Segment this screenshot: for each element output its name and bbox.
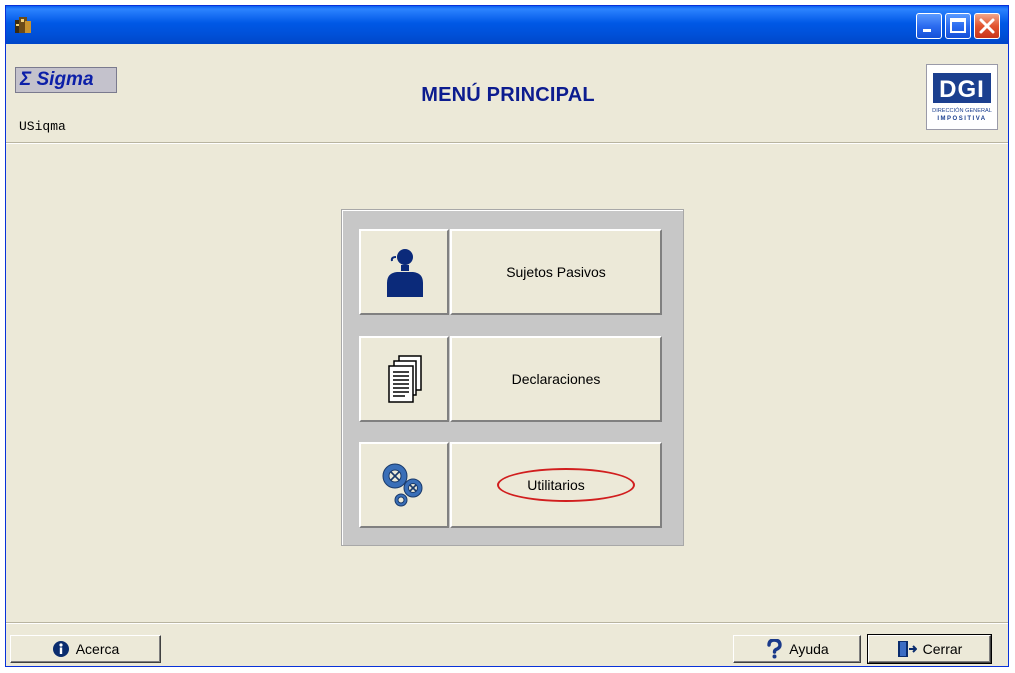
menu-item-declaraciones[interactable]: Declaraciones	[359, 336, 662, 422]
documents-icon	[388, 355, 422, 403]
maximize-icon	[950, 18, 966, 33]
help-button[interactable]: Ayuda	[733, 635, 861, 663]
close-window-button[interactable]	[974, 13, 1000, 39]
info-icon	[52, 640, 70, 658]
title-bar[interactable]	[6, 6, 1008, 44]
menu-panel: Sujetos Pasivos Declaraciones Utilitario…	[341, 209, 684, 546]
menu-item-label[interactable]: Sujetos Pasivos	[450, 229, 662, 315]
app-icon[interactable]	[13, 15, 33, 35]
footer-divider	[6, 622, 1008, 623]
minimize-icon	[923, 29, 931, 32]
about-button[interactable]: Acerca	[10, 635, 161, 663]
gears-icon	[382, 463, 423, 507]
help-icon	[765, 639, 783, 659]
exit-door-icon	[897, 640, 917, 658]
menu-icon-button[interactable]	[359, 229, 449, 315]
close-label: Cerrar	[922, 641, 963, 657]
person-icon	[387, 249, 423, 297]
svg-text:DGI: DGI	[939, 76, 985, 103]
menu-item-label[interactable]: Declaraciones	[450, 336, 662, 422]
user-label: USiqma	[19, 119, 66, 134]
main-window: Σ Sigma USiqma MENÚ PRINCIPAL DGI DIRECC…	[5, 5, 1009, 667]
help-label: Ayuda	[789, 641, 829, 657]
header-panel: Σ Sigma USiqma MENÚ PRINCIPAL DGI DIRECC…	[6, 44, 1008, 143]
minimize-button[interactable]	[916, 13, 942, 39]
menu-item-utilitarios[interactable]: Utilitarios	[359, 442, 662, 528]
svg-text:DIRECCIÓN GENERAL: DIRECCIÓN GENERAL	[932, 107, 992, 114]
close-button[interactable]: Cerrar	[867, 634, 992, 664]
dgi-logo: DGI DIRECCIÓN GENERAL IMPOSITIVA	[926, 64, 998, 130]
page-title: MENÚ PRINCIPAL	[421, 84, 595, 106]
about-label: Acerca	[75, 641, 120, 657]
close-icon	[979, 18, 995, 34]
svg-text:IMPOSITIVA: IMPOSITIVA	[937, 116, 986, 122]
highlight-annotation	[497, 468, 635, 502]
menu-icon-button[interactable]	[359, 442, 449, 528]
maximize-button[interactable]	[945, 13, 971, 39]
menu-icon-button[interactable]	[359, 336, 449, 422]
menu-item-sujetos-pasivos[interactable]: Sujetos Pasivos	[359, 229, 662, 315]
